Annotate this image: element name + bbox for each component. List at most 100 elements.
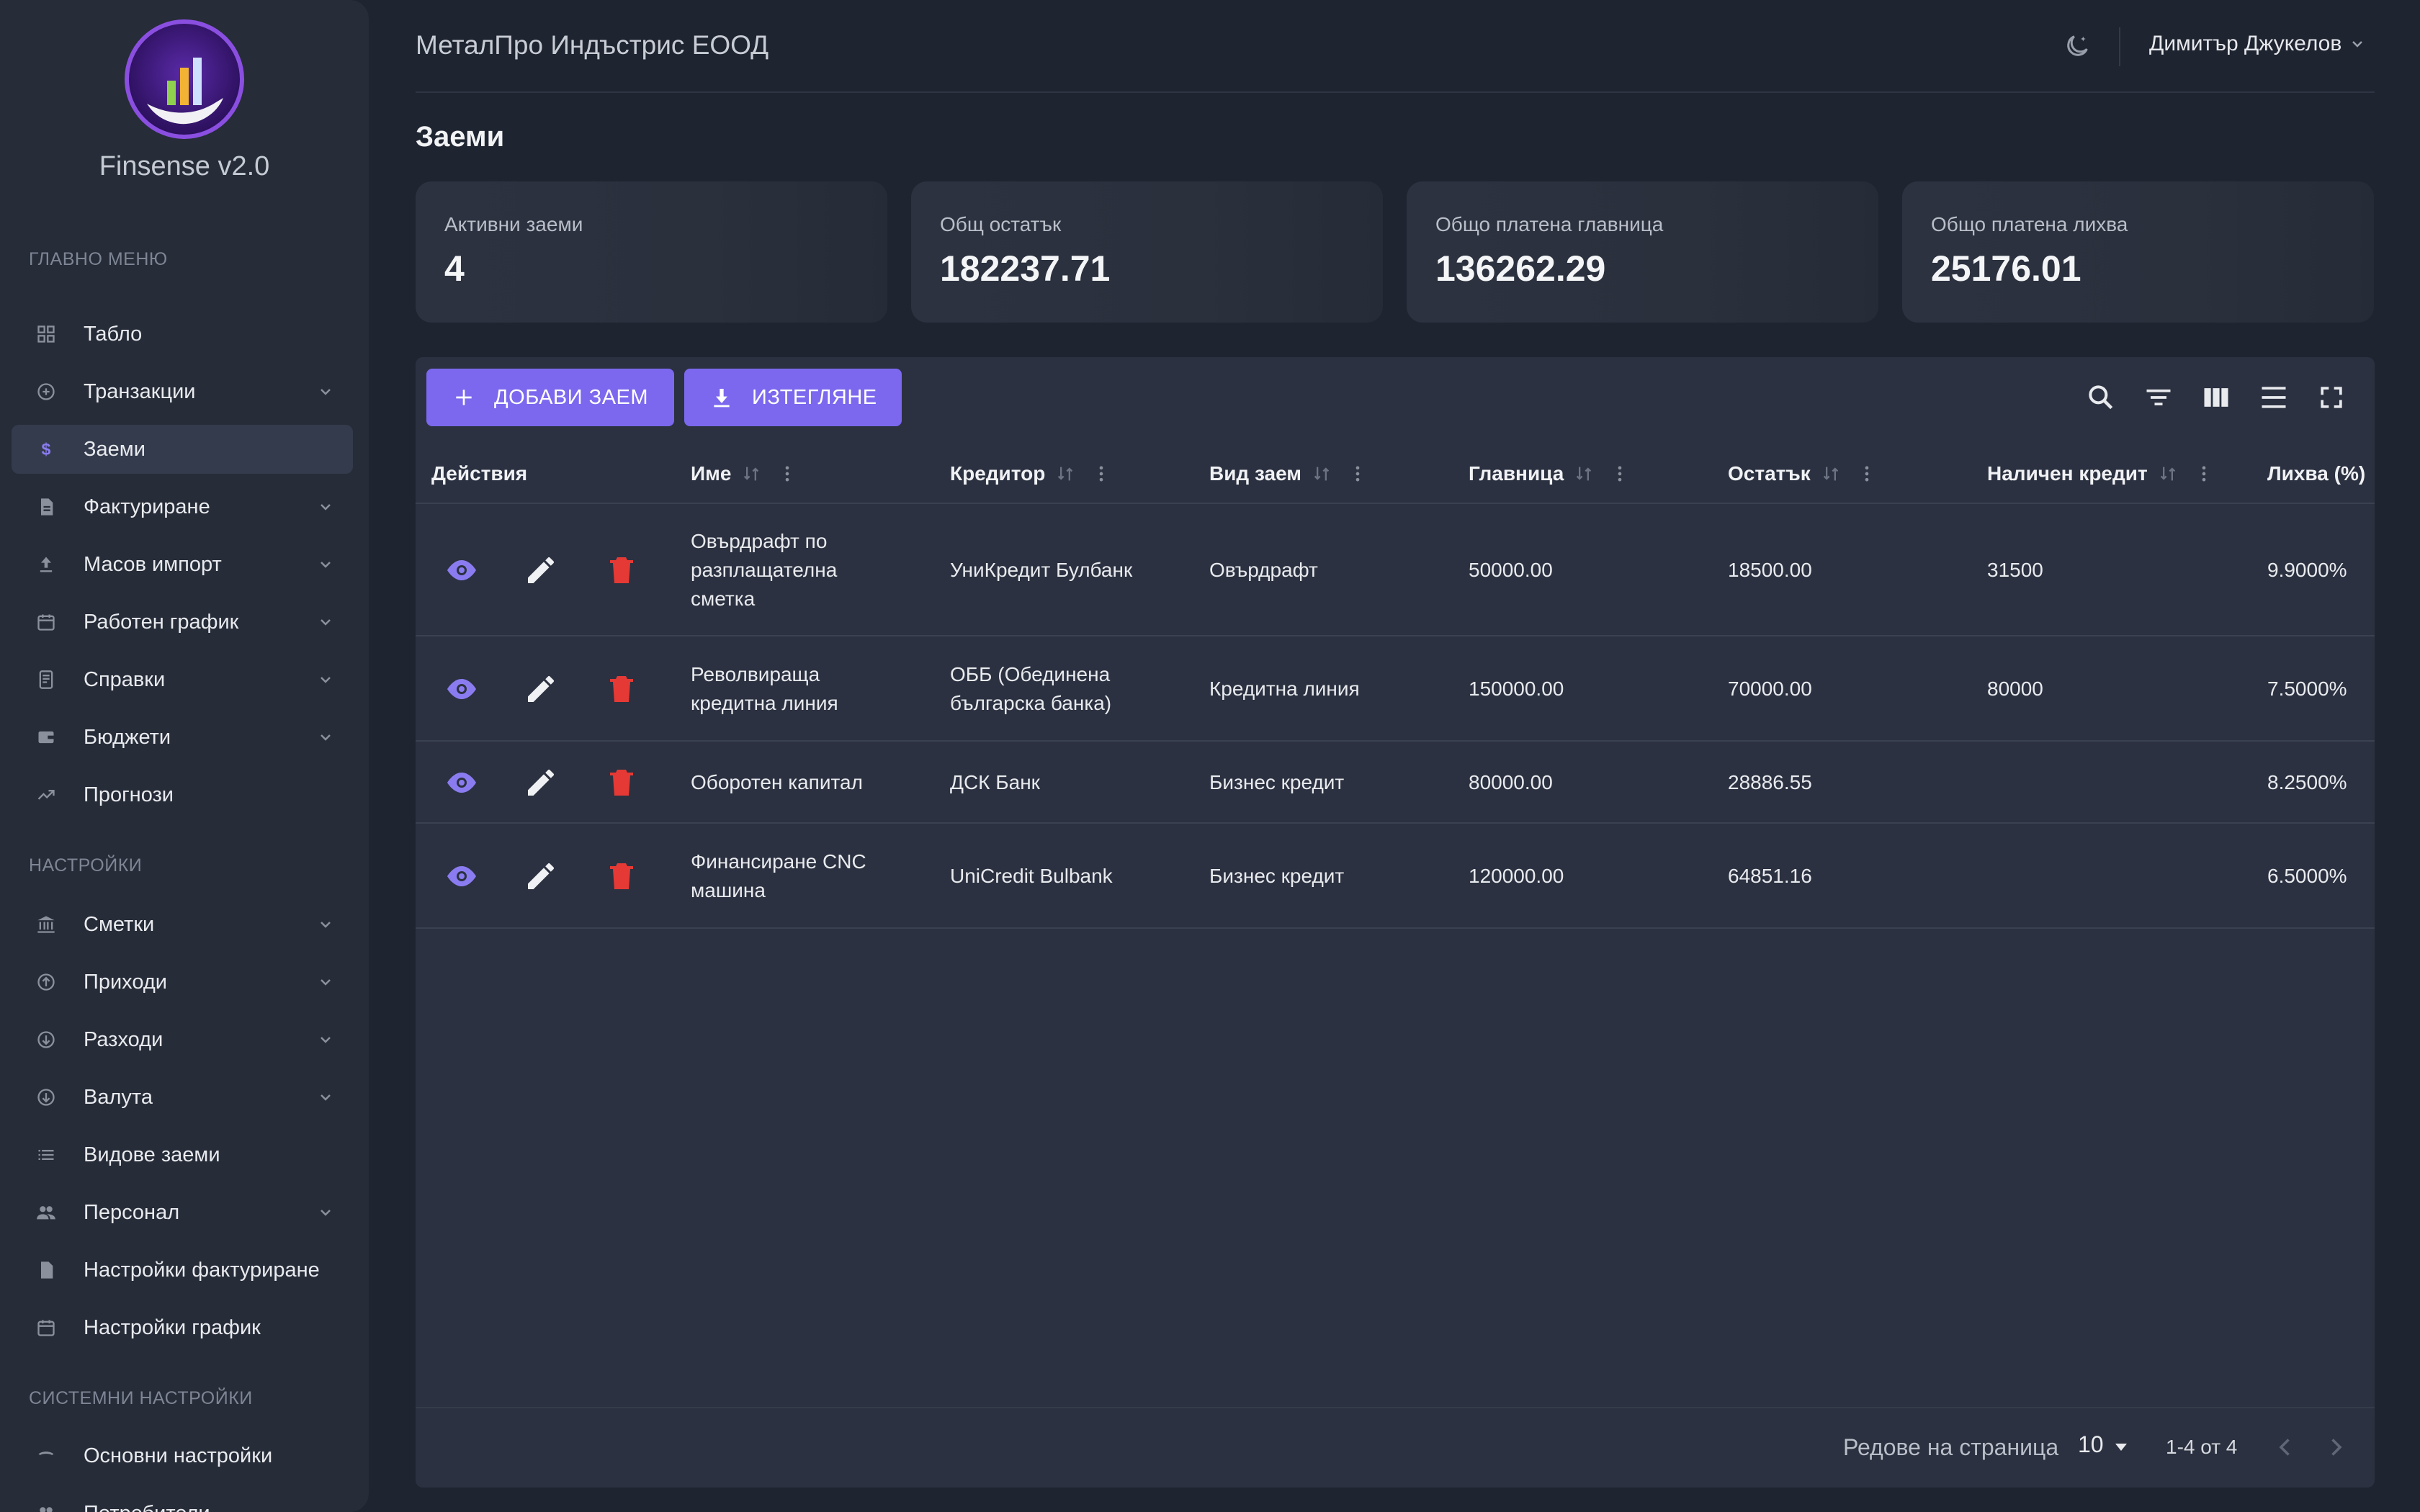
column-menu-icon[interactable]: [777, 464, 797, 484]
sort-icon[interactable]: [741, 464, 761, 484]
table-footer-divider: [416, 1407, 2375, 1408]
table-row: Финансиране CNC машина UniCredit Bulbank …: [416, 824, 2375, 929]
upload-icon: [40, 557, 53, 572]
cell-interest-rate: 8.2500%: [2267, 771, 2347, 793]
app-logo[interactable]: [122, 17, 246, 141]
sidebar-item-forecasts[interactable]: Прогнози: [12, 770, 353, 819]
delete-icon[interactable]: [604, 672, 639, 706]
column-menu-icon[interactable]: [2194, 464, 2214, 484]
column-header-interest-rate[interactable]: Лихва (%): [2267, 462, 2365, 485]
delete-icon[interactable]: [604, 553, 639, 588]
previous-page-icon[interactable]: [2272, 1434, 2298, 1460]
column-menu-icon[interactable]: [1610, 464, 1630, 484]
delete-icon[interactable]: [604, 859, 639, 894]
add-loan-label: ДОБАВИ ЗАЕМ: [494, 386, 649, 409]
sidebar-item-expenses[interactable]: Разходи: [12, 1015, 353, 1064]
sidebar-item-invoicing[interactable]: Фактуриране: [12, 482, 353, 531]
user-name: Димитър Джукелов: [2149, 32, 2342, 55]
edit-icon[interactable]: [524, 672, 558, 706]
filter-icon[interactable]: [2143, 382, 2174, 413]
rows-per-page-label: Редове на страница: [1843, 1434, 2059, 1460]
cell-available-credit: 80000: [1987, 678, 2043, 700]
dollar-icon: $: [42, 440, 51, 459]
moon-icon[interactable]: [2063, 32, 2092, 60]
chevron-down-icon: [321, 1037, 331, 1043]
fullscreen-icon[interactable]: [2316, 382, 2347, 413]
cell-principal: 80000.00: [1469, 771, 1553, 793]
sort-icon[interactable]: [1574, 464, 1594, 484]
sidebar-item-budgets[interactable]: Бюджети: [12, 713, 353, 762]
sidebar-item-label: Транзакции: [84, 380, 196, 403]
sort-icon[interactable]: [1055, 464, 1075, 484]
column-header-available-credit[interactable]: Наличен кредит: [1987, 462, 2214, 485]
sidebar-item-label: Заеми: [84, 438, 145, 461]
sidebar-item-loan-types[interactable]: Видове заеми: [12, 1130, 353, 1179]
sidebar-item-transactions[interactable]: Транзакции: [12, 367, 353, 416]
view-icon[interactable]: [444, 765, 479, 800]
column-menu-icon[interactable]: [1857, 464, 1877, 484]
currency-icon: [37, 1089, 55, 1106]
people-icon: [37, 1206, 55, 1220]
cell-name: Овърдрафт по разплащателна сметка: [691, 530, 838, 610]
sidebar-item-label: Разходи: [84, 1028, 163, 1051]
download-label: ИЗТЕГЛЯНЕ: [752, 386, 877, 409]
next-page-icon[interactable]: [2323, 1434, 2349, 1460]
add-loan-button[interactable]: ДОБАВИ ЗАЕМ: [426, 369, 674, 426]
sidebar-item-work-schedule[interactable]: Работен график: [12, 598, 353, 647]
sort-icon[interactable]: [1312, 464, 1332, 484]
sidebar-item-users[interactable]: Потребители: [12, 1489, 353, 1512]
search-icon[interactable]: [2085, 382, 2117, 413]
sidebar-item-label: Приходи: [84, 971, 167, 994]
sidebar-item-label: Настройки фактуриране: [84, 1259, 320, 1282]
download-button[interactable]: ИЗТЕГЛЯНЕ: [684, 369, 902, 426]
edit-icon[interactable]: [524, 553, 558, 588]
column-header-principal[interactable]: Главница: [1469, 462, 1630, 485]
section-main-menu: ГЛАВНО МЕНЮ: [29, 249, 168, 269]
stat-card-active-loans: Активни заеми 4: [416, 181, 887, 323]
sort-icon[interactable]: [2158, 464, 2178, 484]
delete-icon[interactable]: [604, 765, 639, 800]
column-menu-icon[interactable]: [1348, 464, 1368, 484]
column-header-loan-type[interactable]: Вид заем: [1209, 462, 1368, 485]
sidebar-item-reports[interactable]: Справки: [12, 655, 353, 704]
sidebar-item-staff[interactable]: Персонал: [12, 1188, 353, 1237]
user-menu[interactable]: Димитър Джукелов: [2149, 32, 2366, 56]
document-icon: [41, 1261, 53, 1279]
expense-icon: [37, 1031, 55, 1048]
sidebar-item-invoice-settings[interactable]: Настройки фактуриране: [12, 1246, 353, 1295]
bank-icon: [37, 916, 55, 933]
sidebar-item-schedule-settings[interactable]: Настройки график: [12, 1303, 353, 1352]
dashboard-icon: [37, 325, 55, 343]
plus-icon: [456, 390, 472, 405]
sidebar-item-income[interactable]: Приходи: [12, 958, 353, 1007]
column-header-creditor[interactable]: Кредитор: [950, 462, 1111, 485]
cell-name: Финансиране CNC машина: [691, 850, 866, 901]
view-icon[interactable]: [444, 859, 479, 894]
columns-icon[interactable]: [2200, 382, 2232, 413]
column-menu-icon[interactable]: [1091, 464, 1111, 484]
rows-per-page-select[interactable]: 10: [2078, 1431, 2104, 1458]
calendar-icon: [37, 614, 55, 631]
column-header-balance[interactable]: Остатък: [1728, 462, 1877, 485]
cell-balance: 70000.00: [1728, 678, 1812, 700]
view-icon[interactable]: [444, 672, 479, 706]
sidebar-item-currency[interactable]: Валута: [12, 1073, 353, 1122]
column-header-name[interactable]: Име: [691, 462, 797, 485]
caret-down-icon[interactable]: [2112, 1441, 2130, 1453]
view-icon[interactable]: [444, 553, 479, 588]
cell-balance: 64851.16: [1728, 865, 1812, 887]
sidebar-item-label: Работен график: [84, 611, 239, 634]
stat-value: 182237.71: [940, 248, 1111, 289]
sidebar-item-bulk-import[interactable]: Масов импорт: [12, 540, 353, 589]
density-icon[interactable]: [2258, 382, 2290, 413]
sidebar-item-accounts[interactable]: Сметки: [12, 900, 353, 949]
brand-name: Finsense v2.0: [99, 151, 270, 181]
sort-icon[interactable]: [1821, 464, 1841, 484]
sidebar-item-general-settings[interactable]: Основни настройки: [12, 1431, 353, 1480]
company-name: МеталПро Индъстрис ЕООД: [416, 30, 769, 60]
sidebar-item-loans[interactable]: $ Заеми: [12, 425, 353, 474]
edit-icon[interactable]: [524, 859, 558, 894]
cell-loan-type: Бизнес кредит: [1209, 771, 1345, 793]
edit-icon[interactable]: [524, 765, 558, 800]
sidebar-item-dashboard[interactable]: Табло: [12, 310, 353, 359]
